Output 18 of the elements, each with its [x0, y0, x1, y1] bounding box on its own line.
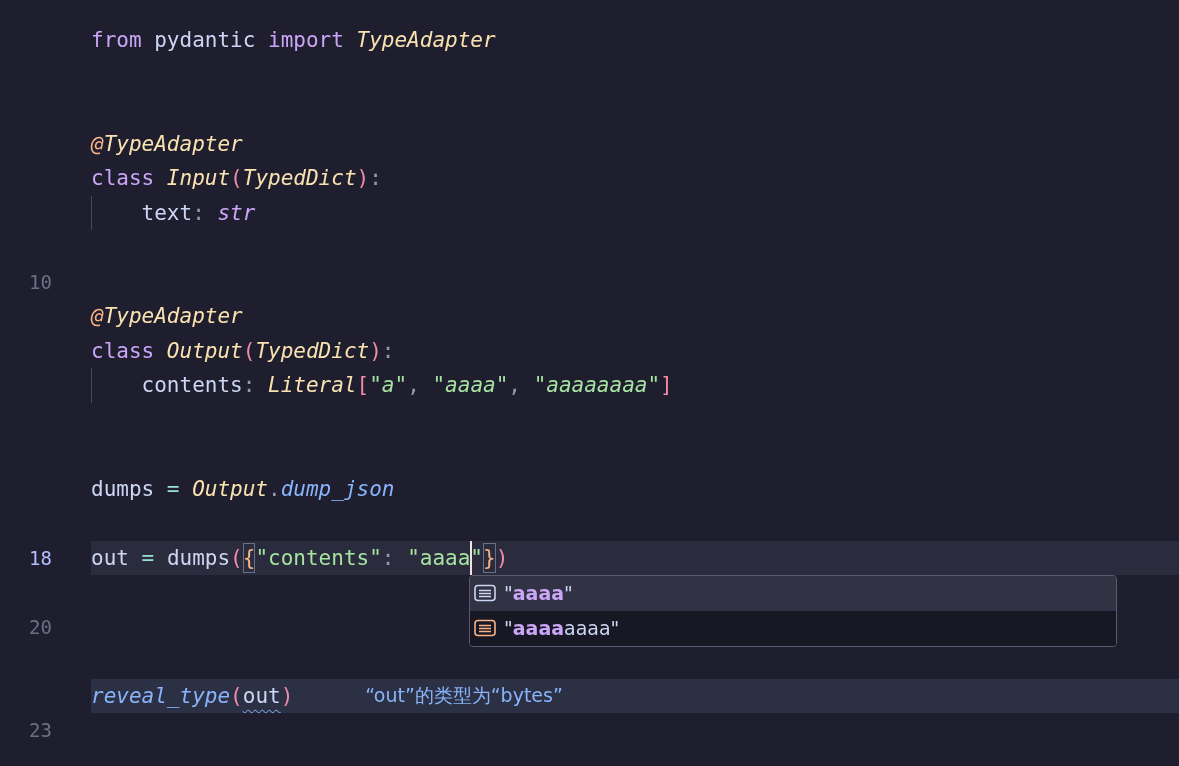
line-number: 18 [28, 546, 52, 569]
line-number: 23 [28, 719, 52, 742]
text-lines-icon [474, 584, 496, 602]
line-number: 10 [28, 270, 52, 293]
line-number: 20 [28, 615, 52, 638]
code-line: text: str [141, 199, 256, 227]
code-line: class Output(TypedDict): [91, 337, 395, 365]
code-line: contents: Literal["a", "aaaa", "aaaaaaaa"] [141, 372, 673, 399]
code-line: dumps = Output.dump_json [91, 475, 395, 503]
completion-item[interactable]: "aaaa" [470, 575, 1116, 611]
inlay-hint: “out”的类型为“bytes” [365, 682, 563, 708]
code-line: @TypeAdapter [91, 130, 243, 158]
code-line: @TypeAdapter [91, 303, 243, 330]
text-lines-icon [474, 619, 496, 637]
code-line: reveal_type(out) [91, 682, 294, 710]
code-line: out = dumps({"contents": "aaaa"}) [91, 540, 509, 575]
code-line: from pydantic import TypeAdapter [91, 27, 496, 54]
code-line: class Input(TypedDict): [91, 165, 382, 192]
